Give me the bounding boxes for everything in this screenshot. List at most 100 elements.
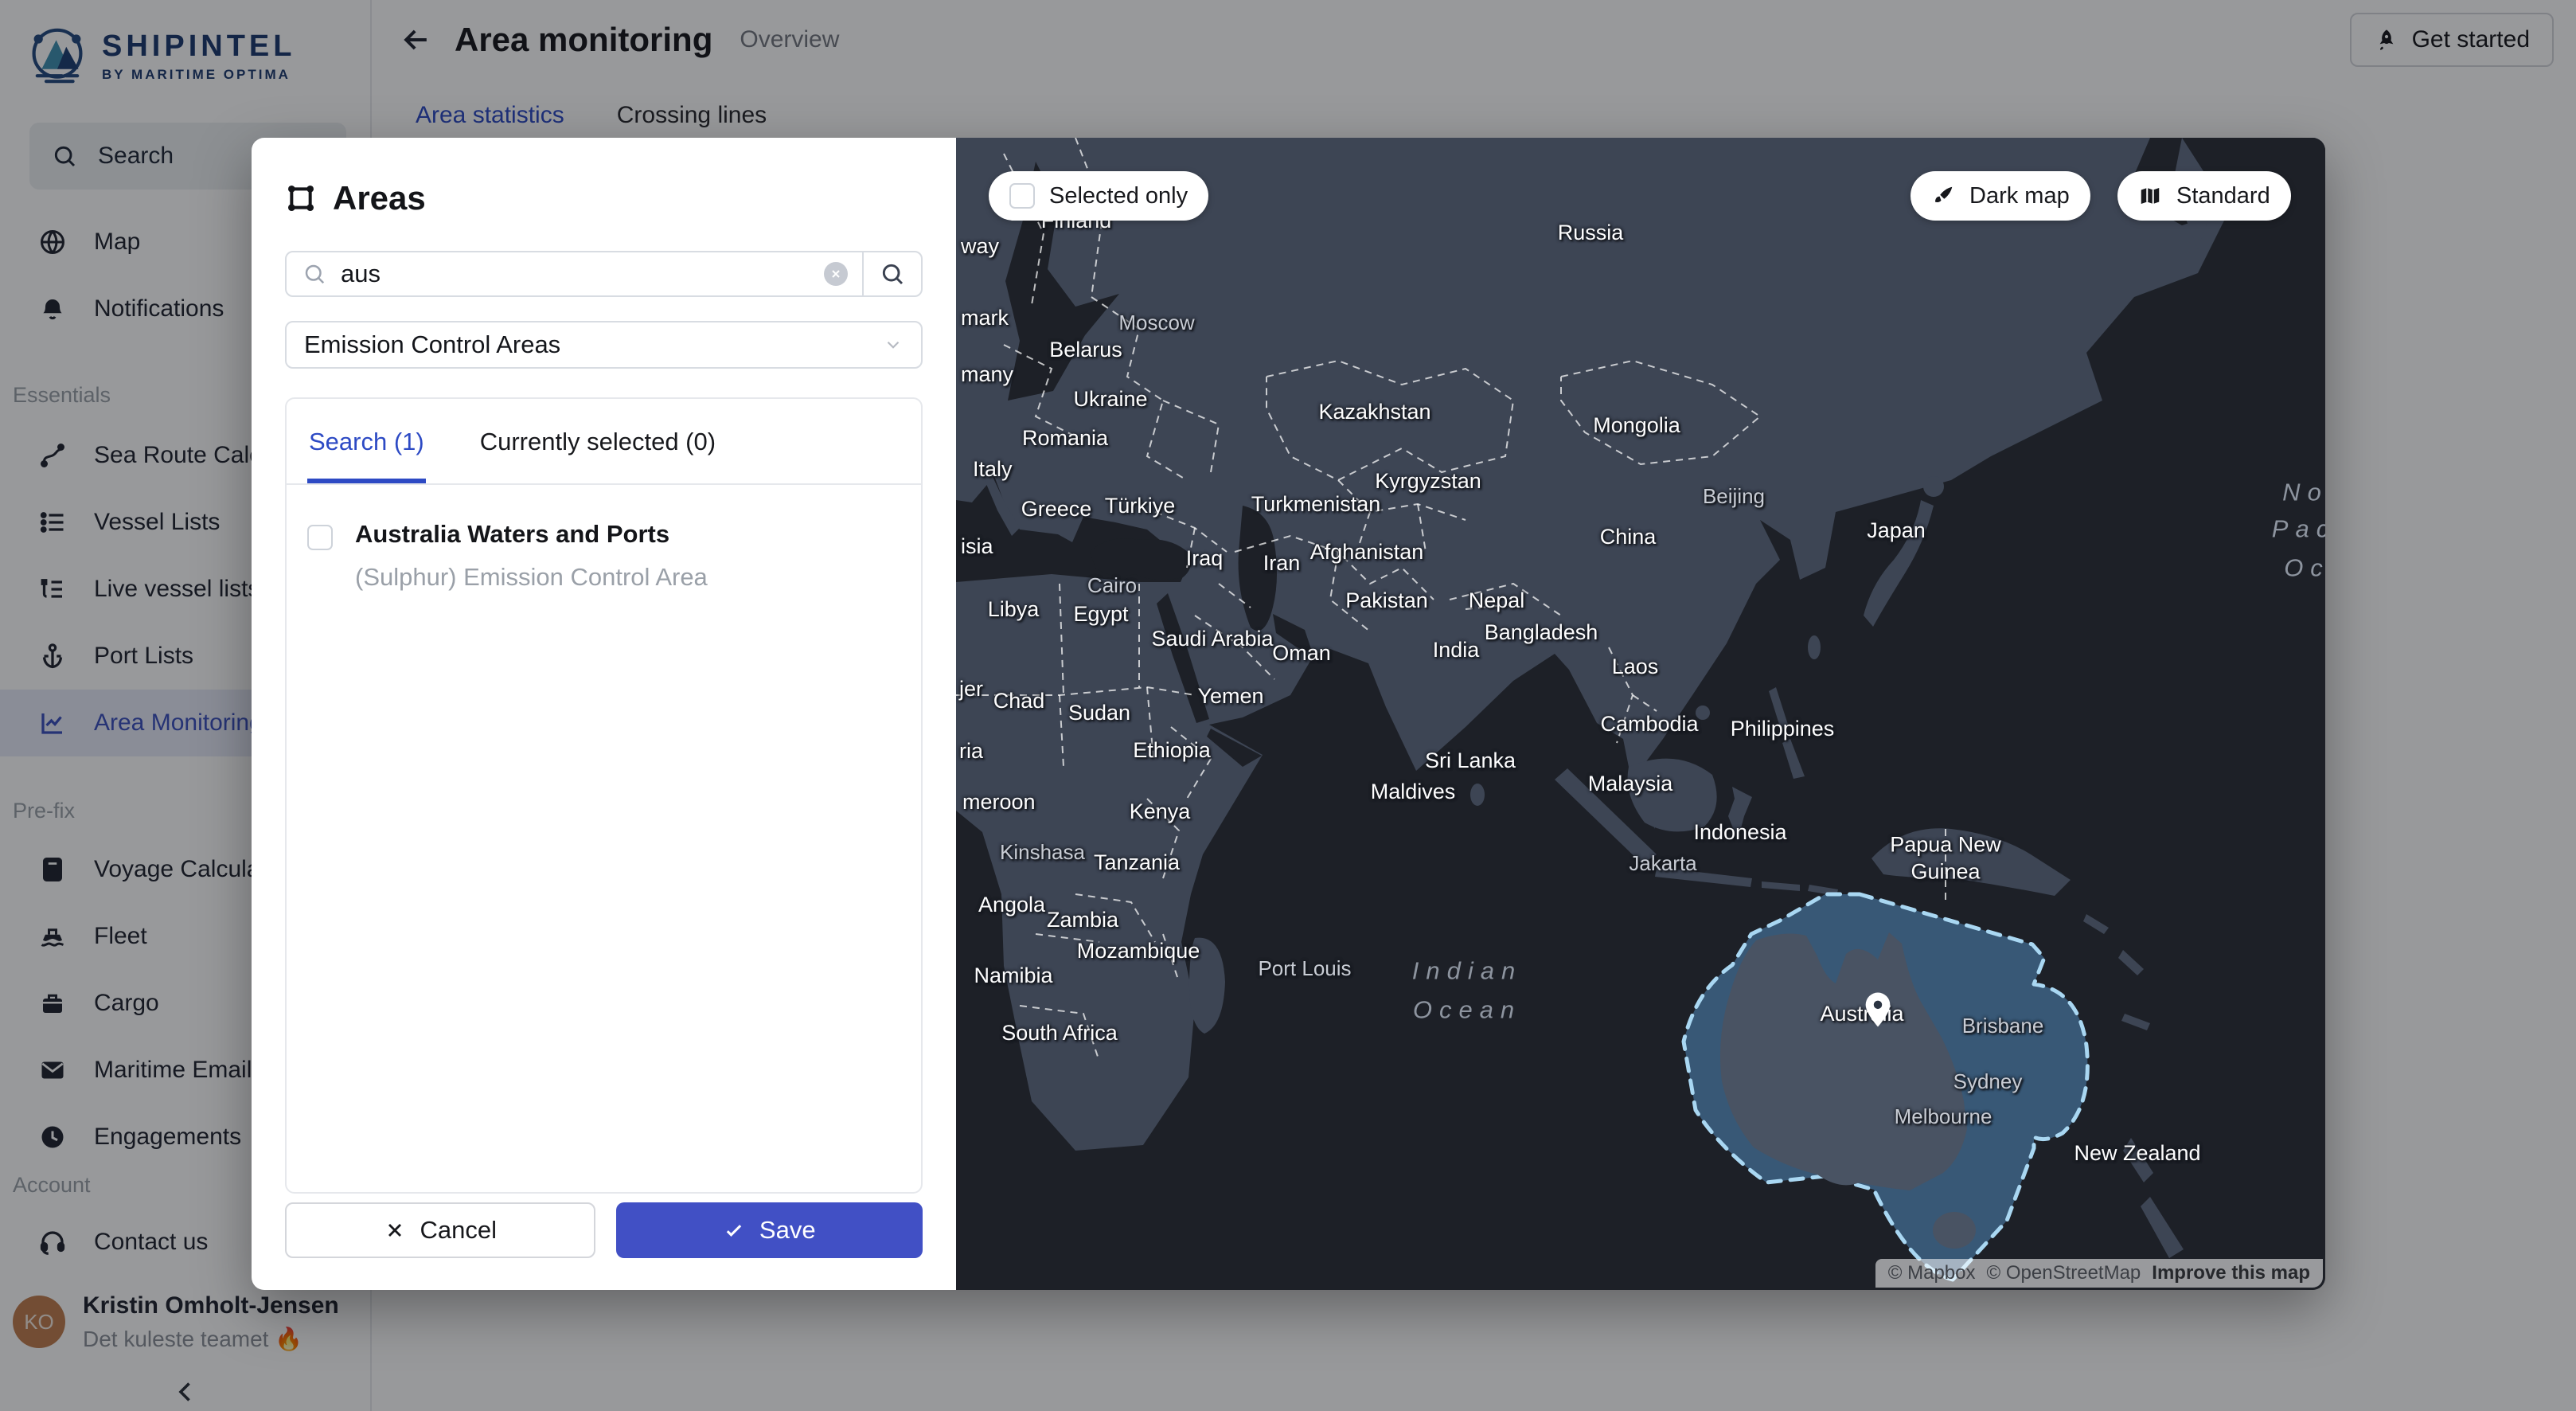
- map-label: Melbourne: [1895, 1104, 1992, 1130]
- dark-map-label: Dark map: [1969, 183, 2070, 209]
- map-label: Papua New Guinea: [1890, 831, 2001, 885]
- map-label: Tanzania: [1094, 850, 1180, 877]
- map-label: Greece: [1021, 496, 1092, 523]
- map-label: Belarus: [1049, 337, 1122, 364]
- map-labels: RussiaFinlandwaymarkmanyMoscowBelarusUkr…: [956, 138, 2325, 1290]
- standard-map-label: Standard: [2176, 183, 2270, 209]
- dark-map-button[interactable]: Dark map: [1911, 171, 2090, 221]
- map-label: Pakistan: [1345, 588, 1428, 615]
- map-label: ria: [959, 738, 983, 765]
- area-search-box: [285, 251, 923, 297]
- map-label: Port Louis: [1258, 956, 1351, 982]
- cancel-button[interactable]: Cancel: [285, 1202, 595, 1258]
- folded-map-icon: [2138, 184, 2162, 208]
- map-label: Maldives: [1371, 779, 1456, 806]
- tab-search-results[interactable]: Search (1): [307, 399, 426, 483]
- map-label: Kenya: [1130, 799, 1191, 826]
- map-label: China: [1600, 524, 1657, 551]
- map-label: Brisbane: [1962, 1013, 2044, 1039]
- map-label: Bangladesh: [1485, 620, 1598, 647]
- paintbrush-icon: [1931, 184, 1955, 208]
- dialog-title: Areas: [333, 179, 426, 217]
- areas-dialog-form: Areas Emission Control Areas Searc: [252, 138, 956, 1290]
- save-button[interactable]: Save: [616, 1202, 923, 1258]
- improve-map-link[interactable]: Improve this map: [2152, 1262, 2310, 1284]
- area-result-row[interactable]: Australia Waters and Ports (Sulphur) Emi…: [287, 485, 921, 592]
- search-icon: [302, 262, 326, 286]
- map-label: Beijing: [1703, 483, 1765, 510]
- map-label: Chad: [993, 688, 1045, 715]
- map-label: Turkmenistan: [1251, 491, 1381, 518]
- map-pin-icon: [1863, 991, 1893, 1028]
- area-category-select[interactable]: Emission Control Areas: [285, 321, 923, 369]
- map-label: Japan: [1867, 518, 1926, 545]
- map-label: isia: [961, 534, 993, 561]
- standard-map-button[interactable]: Standard: [2117, 171, 2291, 221]
- close-icon: [384, 1219, 406, 1241]
- map-label: Indian: [1412, 956, 1522, 987]
- check-icon: [723, 1219, 745, 1241]
- map-label: Türkiye: [1105, 493, 1176, 520]
- map-label: Romania: [1022, 425, 1108, 452]
- map-label: mark: [961, 305, 1009, 332]
- map-label: Saudi Arabia: [1151, 626, 1273, 653]
- map-label: jer: [959, 676, 983, 703]
- area-checkbox[interactable]: [307, 525, 333, 550]
- results-panel: Search (1) Currently selected (0) Austra…: [285, 397, 923, 1194]
- clear-search-button[interactable]: [824, 262, 848, 286]
- mapbox-attribution-link[interactable]: © Mapbox: [1888, 1262, 1976, 1284]
- map-label: Namibia: [974, 963, 1052, 990]
- map-label: Oman: [1272, 640, 1331, 667]
- map-label: Kyrgyzstan: [1375, 468, 1481, 495]
- map-label: Cambodia: [1600, 711, 1698, 738]
- areas-dialog: Areas Emission Control Areas Searc: [252, 138, 2325, 1290]
- map-label: Jakarta: [1629, 850, 1696, 877]
- map-label: Ocean: [1413, 995, 1521, 1026]
- map-label: Indonesia: [1693, 819, 1786, 846]
- map-label: meroon: [962, 789, 1036, 816]
- map-label: Angola: [978, 892, 1045, 919]
- map-label: Italy: [973, 456, 1013, 483]
- cancel-label: Cancel: [420, 1216, 498, 1245]
- polygon-area-icon: [285, 182, 317, 214]
- map-label: Sydney: [1953, 1069, 2023, 1095]
- map-label: Sri Lanka: [1425, 748, 1516, 775]
- map-label: Malaysia: [1588, 771, 1673, 798]
- map-label: India: [1433, 637, 1480, 664]
- map-label: Kinshasa: [1000, 839, 1085, 866]
- map-label: Egypt: [1073, 601, 1128, 628]
- map-label: Pac: [2272, 514, 2325, 545]
- map-panel[interactable]: RussiaFinlandwaymarkmanyMoscowBelarusUkr…: [956, 138, 2325, 1290]
- selected-only-label: Selected only: [1049, 183, 1188, 209]
- map-label: Sudan: [1068, 700, 1130, 727]
- map-label: Zambia: [1047, 907, 1118, 934]
- map-label: Laos: [1612, 654, 1659, 681]
- map-label: Oc: [2284, 553, 2325, 584]
- area-search-input[interactable]: [341, 260, 824, 288]
- map-label: Iraq: [1186, 545, 1224, 573]
- map-label: Afghanistan: [1310, 539, 1424, 566]
- selected-only-checkbox[interactable]: [1009, 183, 1035, 209]
- map-label: Philippines: [1731, 716, 1835, 743]
- map-label: Mongolia: [1593, 412, 1680, 440]
- map-label: Cairo: [1087, 573, 1137, 599]
- tab-currently-selected[interactable]: Currently selected (0): [478, 399, 717, 483]
- map-label: Iran: [1263, 550, 1301, 577]
- map-label: Kazakhstan: [1318, 399, 1430, 426]
- area-category-value: Emission Control Areas: [304, 330, 560, 359]
- map-label: South Africa: [1001, 1020, 1118, 1047]
- chevron-down-icon: [883, 334, 904, 355]
- search-icon: [880, 261, 905, 287]
- map-label: Moscow: [1118, 310, 1194, 336]
- map-label: Russia: [1558, 220, 1624, 247]
- selected-only-toggle[interactable]: Selected only: [989, 171, 1208, 221]
- map-label: No: [2282, 478, 2325, 509]
- map-label: Libya: [988, 596, 1040, 623]
- osm-attribution-link[interactable]: © OpenStreetMap: [1987, 1262, 2141, 1284]
- page: SHIPINTEL BY MARITIME OPTIMA Search Map …: [0, 0, 2576, 1411]
- map-label: Ethiopia: [1133, 737, 1211, 764]
- map-attribution: © Mapbox © OpenStreetMap Improve this ma…: [1875, 1259, 2323, 1288]
- submit-search-button[interactable]: [864, 261, 921, 287]
- close-icon: [829, 268, 842, 280]
- map-label: New Zealand: [2074, 1140, 2200, 1167]
